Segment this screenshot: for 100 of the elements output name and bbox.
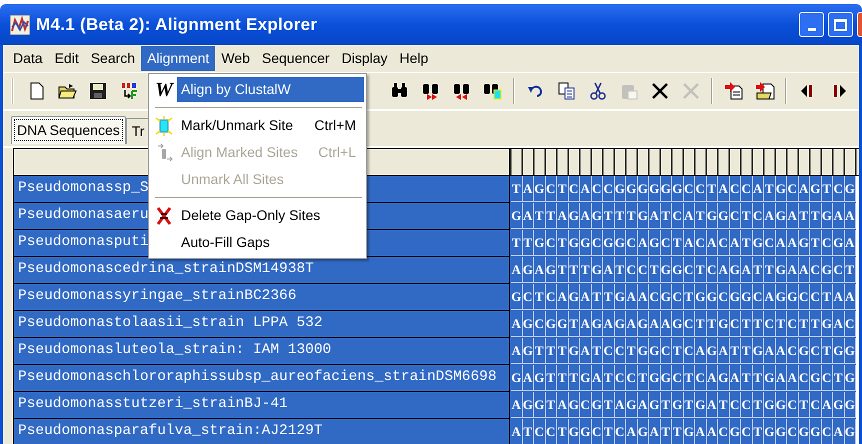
base-cell: T [534, 338, 546, 364]
base-cell: G [568, 419, 580, 444]
base-cell: G [730, 257, 741, 283]
base-cell: A [684, 230, 695, 256]
base-cell: T [718, 392, 730, 418]
base-cell: A [776, 338, 787, 364]
base-cell: G [534, 365, 546, 391]
base-cell: G [810, 365, 822, 391]
base-cell: A [730, 230, 741, 256]
base-cell: C [810, 338, 822, 364]
base-cell: T [522, 419, 534, 444]
base-cell: T [603, 365, 614, 391]
base-cell: T [660, 203, 672, 229]
base-cell: C [718, 230, 730, 256]
base-cell: C [695, 176, 706, 202]
base-cell: A [660, 311, 672, 337]
base-cell: C [684, 311, 695, 337]
base-cell: T [660, 419, 672, 444]
base-cell: G [649, 176, 660, 202]
base-cell: C [534, 419, 546, 444]
base-cell: C [672, 203, 684, 229]
base-cell: C [730, 392, 741, 418]
base-cell: C [764, 311, 776, 337]
base-cell: T [603, 392, 614, 418]
base-cell: T [592, 284, 603, 310]
base-cell: T [752, 311, 764, 337]
base-cell: T [730, 338, 741, 364]
base-cell: G [741, 284, 752, 310]
base-cell: G [833, 338, 844, 364]
base-cell: A [511, 257, 522, 283]
base-cell: G [638, 419, 649, 444]
base-cell: A [557, 392, 568, 418]
base-cell: C [787, 311, 798, 337]
base-cell: T [822, 338, 833, 364]
base-cell: G [638, 203, 649, 229]
base-cell: A [833, 203, 844, 229]
base-cell: A [798, 257, 810, 283]
base-cell: G [511, 284, 522, 310]
base-cell: G [626, 392, 638, 418]
base-cell: T [741, 230, 752, 256]
base-cell: C [672, 365, 684, 391]
base-cell: C [592, 176, 603, 202]
base-cell: G [787, 284, 798, 310]
base-cell: T [511, 176, 522, 202]
base-cell: G [534, 176, 546, 202]
base-cell: C [741, 419, 752, 444]
base-cell: A [511, 419, 522, 444]
base-cell: A [741, 257, 752, 283]
base-cell: G [546, 311, 557, 337]
base-cell: T [741, 311, 752, 337]
base-cell: C [580, 392, 592, 418]
base-cell: C [741, 176, 752, 202]
base-cell: T [603, 284, 614, 310]
base-cell: G [660, 365, 672, 391]
base-cell: G [649, 392, 660, 418]
base-cell: T [752, 419, 764, 444]
base-cell: G [798, 230, 810, 256]
base-cell: G [776, 176, 787, 202]
base-cell: G [718, 311, 730, 337]
base-cell: G [764, 365, 776, 391]
base-cell: A [580, 311, 592, 337]
base-cell: G [580, 230, 592, 256]
base-cell: G [522, 257, 534, 283]
base-cell: A [557, 203, 568, 229]
base-cell: G [684, 419, 695, 444]
base-cell: T [810, 203, 822, 229]
base-cell: A [798, 176, 810, 202]
base-cell: C [833, 176, 844, 202]
base-cell: G [557, 311, 568, 337]
base-cell: G [649, 338, 660, 364]
base-cell: T [833, 365, 844, 391]
base-cell: G [844, 338, 856, 364]
base-cell: G [776, 392, 787, 418]
base-cell: T [752, 257, 764, 283]
base-cell: G [776, 284, 787, 310]
base-cell: C [660, 338, 672, 364]
base-cell: G [592, 203, 603, 229]
base-cell: A [776, 365, 787, 391]
base-cell: A [787, 230, 798, 256]
base-cell: A [844, 284, 856, 310]
base-cell: T [580, 257, 592, 283]
base-cell: G [844, 419, 856, 444]
base-cell: C [844, 311, 856, 337]
base-cell: A [787, 257, 798, 283]
base-cell: T [706, 311, 718, 337]
base-cell: C [546, 176, 557, 202]
base-cell: G [798, 419, 810, 444]
base-cell: A [638, 392, 649, 418]
base-cell: G [522, 338, 534, 364]
base-cell: G [764, 392, 776, 418]
base-cell: C [660, 230, 672, 256]
base-cell: C [810, 284, 822, 310]
base-cell: G [511, 203, 522, 229]
base-cell: G [614, 176, 626, 202]
base-cell: C [546, 230, 557, 256]
base-cell: C [626, 365, 638, 391]
base-cell: G [672, 311, 684, 337]
base-cell: G [614, 311, 626, 337]
base-cell: G [638, 311, 649, 337]
clustal-logo: W [154, 80, 174, 100]
